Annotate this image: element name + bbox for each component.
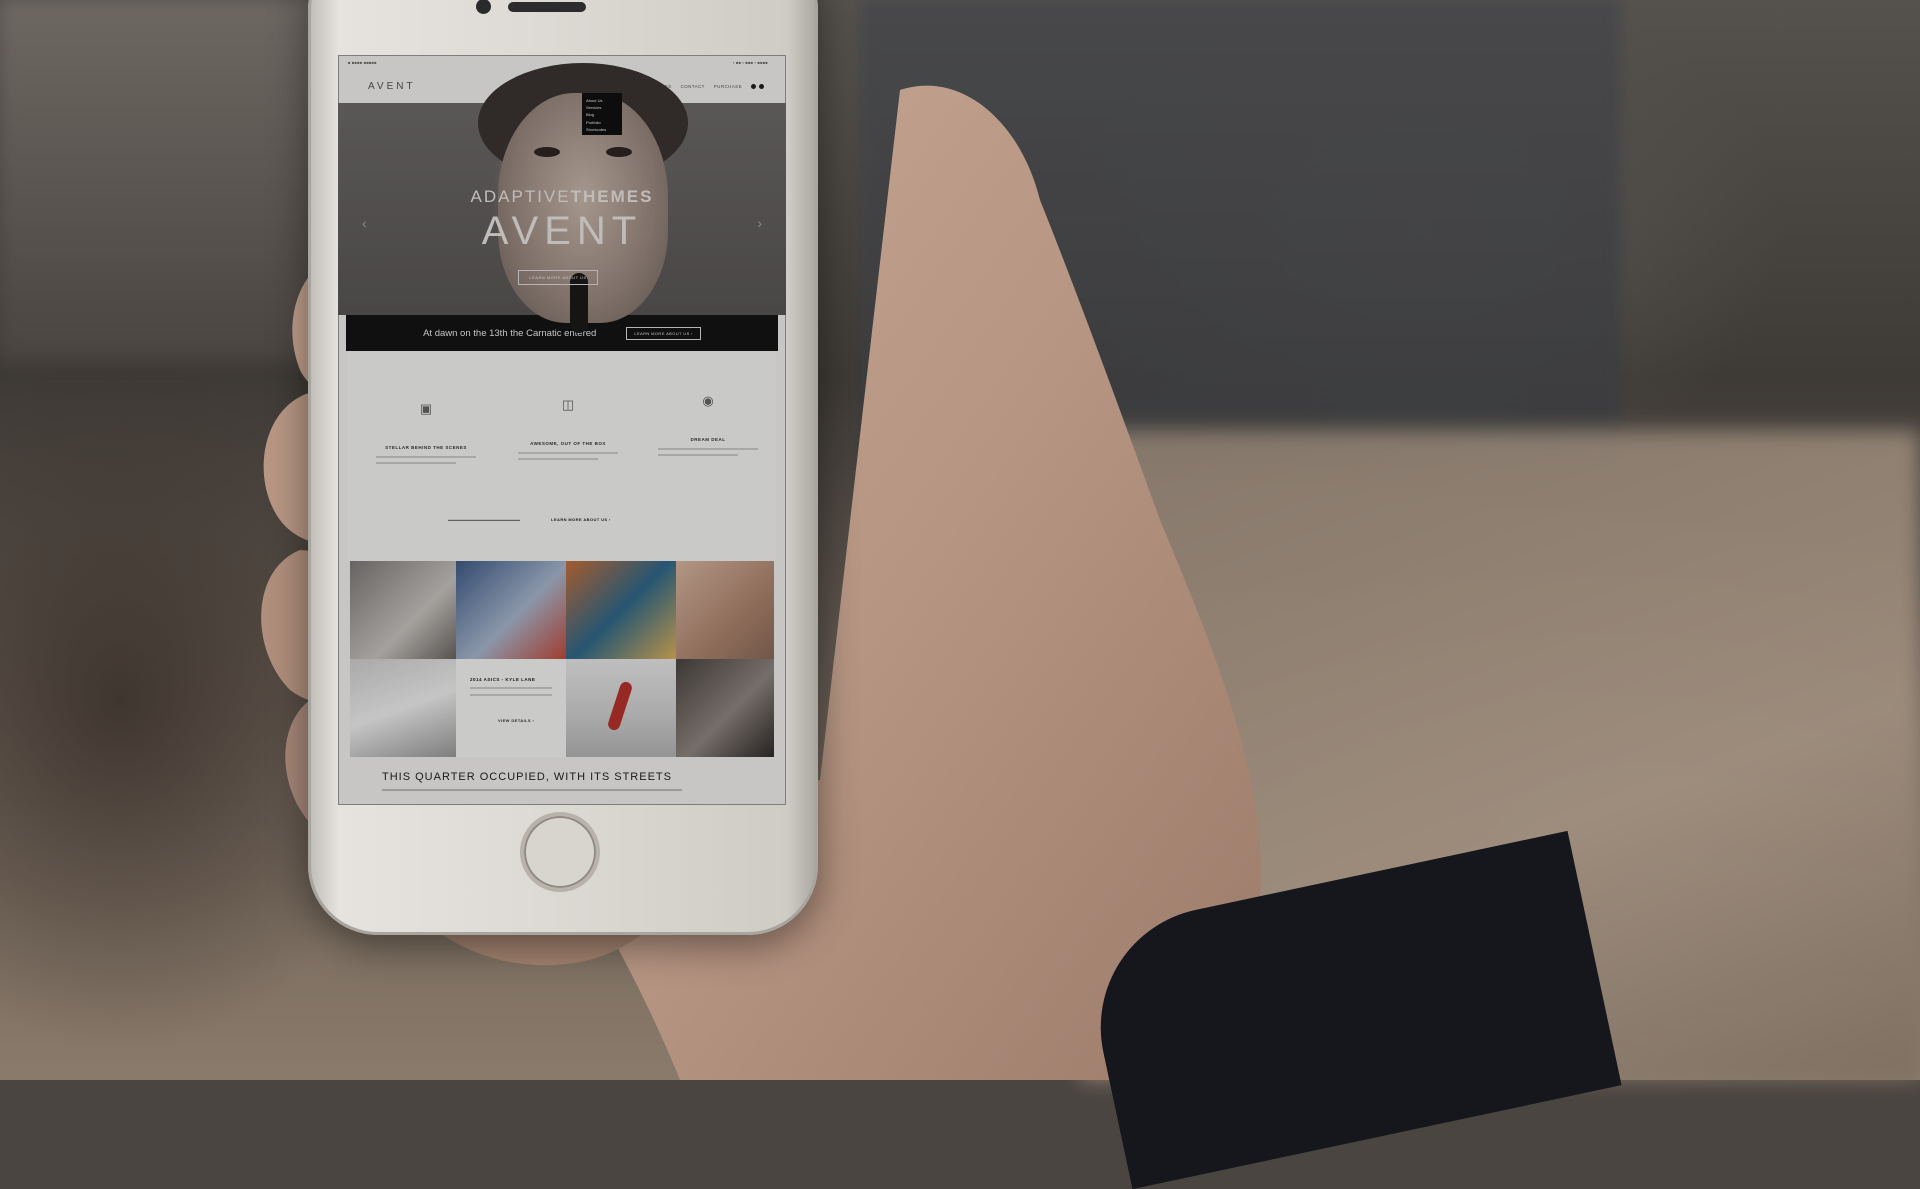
feature-text <box>518 458 598 460</box>
gallery-tile[interactable] <box>566 659 676 757</box>
features-footer-text: ▬▬▬▬▬▬▬▬▬▬▬▬▬▬▬▬▬▬ <box>448 517 520 522</box>
social-icon[interactable] <box>759 83 764 89</box>
social-icons <box>751 83 764 89</box>
gallery-tile[interactable] <box>350 659 456 757</box>
article-title: THIS QUARTER OCCUPIED, WITH ITS STREETS <box>382 771 672 783</box>
dropdown-item-services[interactable]: Services <box>586 104 622 111</box>
feature-text <box>376 462 456 464</box>
dropdown-item-portfolio[interactable]: Portfolio <box>586 119 622 126</box>
hero-brand-light: ADAPTIVE <box>470 187 571 206</box>
gallery-caption-tile: 2014 ASICS - KYLE LANE VIEW DETAILS › <box>456 659 566 757</box>
feature-title: DREAM DEAL <box>690 437 726 442</box>
feature-item: ◫ AWESOME, OUT OF THE BOX <box>508 397 628 460</box>
dropdown-item-shortcodes[interactable]: Shortcodes <box>586 126 622 133</box>
feature-item: ◉ DREAM DEAL <box>648 393 768 456</box>
site-logo[interactable]: AVENT <box>368 81 416 92</box>
features-footer: ▬▬▬▬▬▬▬▬▬▬▬▬▬▬▬▬▬▬ LEARN MORE ABOUT US › <box>448 517 611 522</box>
portfolio-gallery: 2014 ASICS - KYLE LANE VIEW DETAILS › <box>350 561 774 757</box>
article-section: THIS QUARTER OCCUPIED, WITH ITS STREETS <box>338 757 786 791</box>
nav-dropdown-menu: About Us Services Blog Portfolio Shortco… <box>582 93 622 136</box>
hero-title: AVENT <box>481 209 643 253</box>
home-button[interactable] <box>520 812 600 892</box>
feature-title: STELLAR BEHIND THE SCENES <box>385 445 467 450</box>
gallery-caption-text <box>470 694 552 696</box>
feature-text <box>658 454 738 456</box>
hero-learn-more-button[interactable]: LEARN MORE ABOUT US <box>518 270 598 285</box>
box-icon: ◫ <box>561 397 575 412</box>
hero-brand: ADAPTIVETHEMES <box>338 187 786 207</box>
hero-brand-bold: THEMES <box>570 187 654 206</box>
smartphone: ■ ■■■■ ■■■■■ ▪ ■■ ▪ ■■■ ▪ ■■■■ AVENT HOM… <box>308 0 818 935</box>
social-icon[interactable] <box>751 83 756 89</box>
banner-learn-more-button[interactable]: LEARN MORE ABOUT US › <box>626 326 701 340</box>
dropdown-item-blog[interactable]: Blog <box>586 111 622 118</box>
runner-figure <box>606 680 634 732</box>
banner-text: At dawn on the 13th the Carnatic entered <box>423 327 597 339</box>
phone-screen: ■ ■■■■ ■■■■■ ▪ ■■ ▪ ■■■ ▪ ■■■■ AVENT HOM… <box>338 55 786 805</box>
gallery-tile[interactable] <box>456 561 566 659</box>
hero-image-eye <box>534 147 560 157</box>
dropdown-item-about[interactable]: About Us <box>586 97 622 104</box>
topbar-contact: ■ ■■■■ ■■■■■ <box>348 59 377 65</box>
front-camera <box>476 0 491 14</box>
feature-title: AWESOME, OUT OF THE BOX <box>530 441 606 446</box>
features-section: ▣ STELLAR BEHIND THE SCENES ◫ AWESOME, O… <box>348 351 776 561</box>
feature-item: ▣ STELLAR BEHIND THE SCENES <box>366 401 486 464</box>
feature-text <box>518 452 618 454</box>
background-cabinet <box>860 0 1620 470</box>
background-wall <box>0 0 330 360</box>
gallery-tile[interactable] <box>566 561 676 659</box>
gallery-caption-text <box>470 687 552 689</box>
article-text <box>382 789 682 791</box>
gallery-tile[interactable] <box>676 659 774 757</box>
hero-image-eye <box>606 147 632 157</box>
hero-slider: ‹ › ADAPTIVETHEMES AVENT LEARN MORE ABOU… <box>338 63 786 333</box>
calendar-icon: ▣ <box>419 401 433 416</box>
feature-text <box>658 448 758 450</box>
gallery-tile[interactable] <box>676 561 774 659</box>
gallery-caption-title: 2014 ASICS - KYLE LANE <box>470 677 536 682</box>
nav-item-purchase[interactable]: PURCHASE <box>714 84 742 89</box>
view-details-link[interactable]: VIEW DETAILS › <box>498 718 566 723</box>
feature-text <box>376 456 476 458</box>
nav-item-contact[interactable]: CONTACT <box>681 84 705 89</box>
features-learn-more-link[interactable]: LEARN MORE ABOUT US › <box>551 517 611 522</box>
dollar-icon: ◉ <box>702 393 714 408</box>
gallery-tile[interactable] <box>350 561 456 659</box>
earpiece-speaker <box>508 2 586 12</box>
topbar-account: ▪ ■■ ▪ ■■■ ▪ ■■■■ <box>733 59 768 65</box>
